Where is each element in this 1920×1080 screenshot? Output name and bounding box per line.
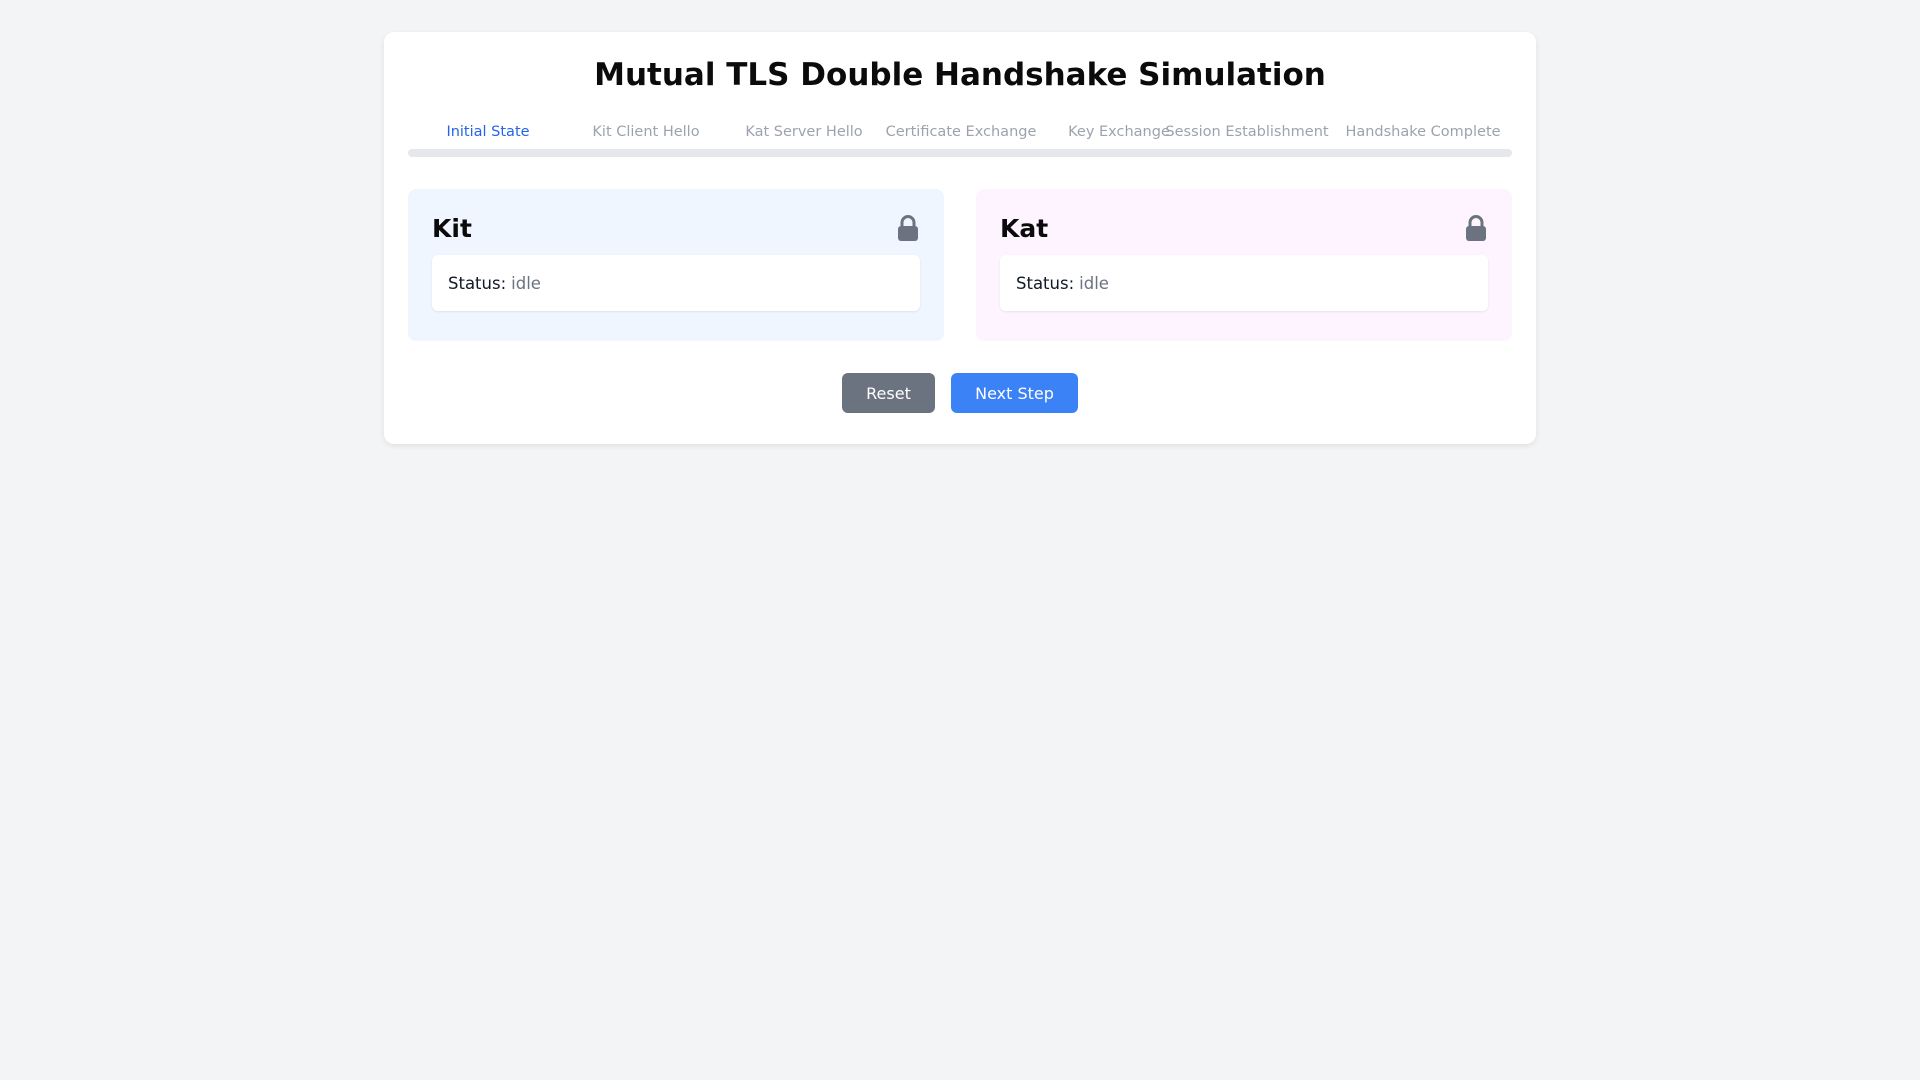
lock-icon [1466, 215, 1486, 241]
kit-status-value: idle [511, 273, 541, 293]
step-session-establishment: Session Establishment [1165, 124, 1329, 140]
progress-bar [408, 149, 1512, 157]
simulation-card: Mutual TLS Double Handshake Simulation I… [384, 32, 1536, 444]
kat-status-label: Status: [1016, 273, 1075, 293]
step-handshake-complete: Handshake Complete [1345, 124, 1501, 140]
step-initial-state: Initial State [446, 124, 530, 140]
kit-panel: Kit Status: idle [408, 189, 944, 341]
step-indicator: Initial State Kit Client Hello Kat Serve… [408, 123, 1512, 157]
lock-icon [898, 215, 918, 241]
kat-panel-header: Kat [1000, 213, 1488, 243]
reset-button[interactable]: Reset [842, 373, 935, 413]
kat-status-box: Status: idle [1000, 255, 1488, 311]
kat-status-value: idle [1079, 273, 1109, 293]
kit-status-box: Status: idle [432, 255, 920, 311]
step-kit-client-hello: Kit Client Hello [592, 124, 700, 140]
kit-panel-header: Kit [432, 213, 920, 243]
kat-panel: Kat Status: idle [976, 189, 1512, 341]
kat-name: Kat [1000, 213, 1049, 243]
kit-status-label: Status: [448, 273, 507, 293]
controls: Reset Next Step [408, 373, 1512, 413]
step-certificate-exchange: Certificate Exchange [885, 124, 1037, 140]
page-title: Mutual TLS Double Handshake Simulation [594, 57, 1326, 93]
step-key-exchange: Key Exchange [1068, 124, 1170, 140]
step-kat-server-hello: Kat Server Hello [745, 124, 863, 140]
party-panels: Kit Status: idle Kat Status: idle [408, 189, 1512, 341]
kit-name: Kit [432, 213, 472, 243]
next-step-button[interactable]: Next Step [951, 373, 1078, 413]
